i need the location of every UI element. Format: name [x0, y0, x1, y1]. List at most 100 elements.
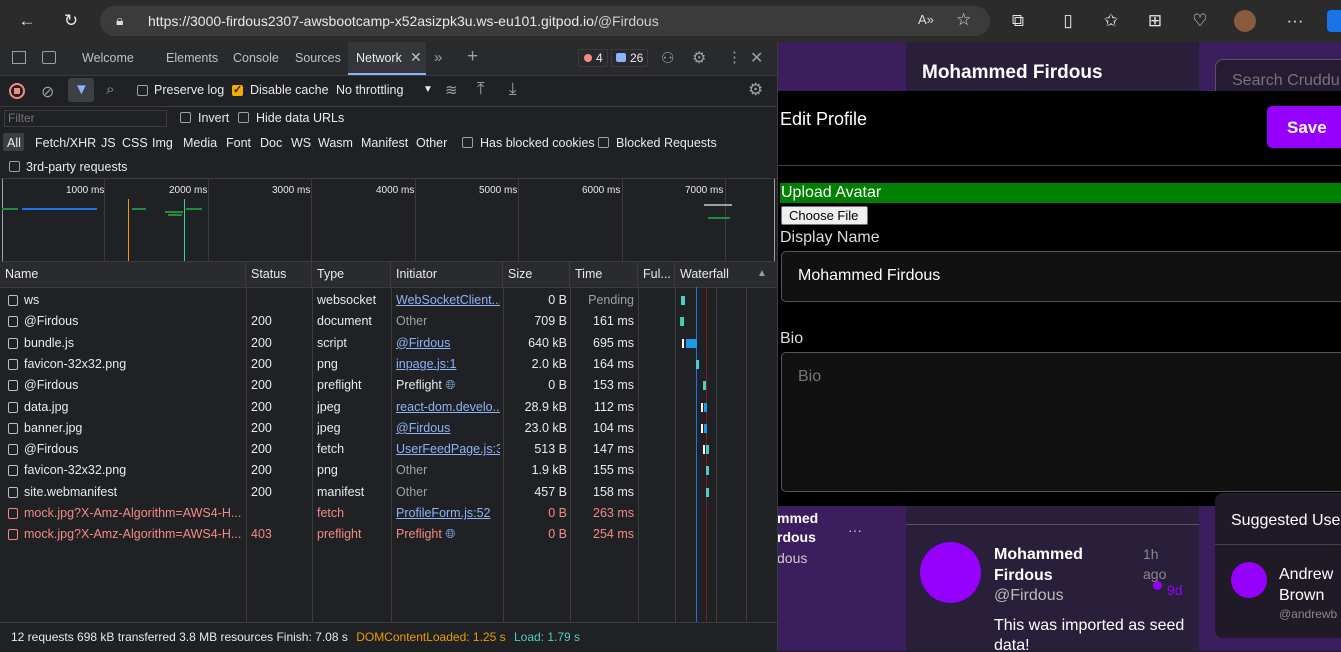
bio-textarea[interactable]: Bio — [781, 352, 1341, 492]
request-name[interactable]: @Firdous — [24, 439, 242, 460]
type-all[interactable]: All — [7, 136, 21, 150]
preflight-globe-icon[interactable]: 🌐︎ — [442, 527, 455, 541]
blocked-requests-checkbox[interactable] — [598, 137, 609, 148]
error-counter[interactable]: 4 — [578, 49, 608, 67]
close-tab-icon[interactable]: ✕ — [410, 49, 422, 66]
table-row[interactable]: data.jpg 200 jpeg react-dom.develo... 28.9 k… — [0, 397, 777, 418]
suggested-user-handle[interactable]: @andrewb — [1279, 607, 1337, 621]
col-fulfilled[interactable]: Ful... — [638, 262, 675, 287]
post-avatar[interactable] — [920, 542, 981, 603]
post-author-handle[interactable]: @Firdous — [994, 587, 1064, 605]
network-settings-icon[interactable]: ⚙ — [748, 80, 763, 100]
read-aloud-icon[interactable]: A» — [918, 12, 934, 27]
search-icon[interactable]: ⌕ — [106, 81, 114, 98]
refresh-icon[interactable]: ↻ — [59, 9, 83, 33]
tab-console[interactable]: Console — [233, 51, 279, 65]
request-name[interactable]: bundle.js — [24, 333, 242, 354]
save-button[interactable]: Save — [1267, 106, 1341, 148]
type-ws[interactable]: WS — [291, 136, 311, 150]
type-font[interactable]: Font — [226, 136, 251, 150]
tab-network[interactable]: Network ✕ — [348, 42, 426, 75]
tab-welcome[interactable]: Welcome — [82, 51, 134, 65]
table-row[interactable]: ws websocket WebSocketClient... 0 B Pending — [0, 290, 777, 311]
url-text[interactable]: https://3000-firdous2307-awsbootcamp-x52… — [148, 13, 659, 29]
lock-icon[interactable]: 🔒︎ — [116, 12, 123, 29]
table-row[interactable]: mock.jpg?X-Amz-Algorithm=AWS4-H... fetch P… — [0, 503, 777, 524]
request-name[interactable]: favicon-32x32.png — [24, 460, 242, 481]
type-manifest[interactable]: Manifest — [361, 136, 408, 150]
split-screen-icon[interactable]: ▯ — [1056, 9, 1080, 33]
type-other[interactable]: Other — [416, 136, 447, 150]
request-initiator[interactable]: WebSocketClient... — [396, 290, 500, 311]
address-bar[interactable]: 🔒︎ https://3000-firdous2307-awsbootcamp-… — [100, 6, 990, 36]
export-har-icon[interactable]: ⤓ — [509, 79, 517, 99]
copilot-icon[interactable] — [1327, 10, 1341, 32]
request-initiator[interactable]: @Firdous — [396, 333, 500, 354]
settings-gear-icon[interactable]: ⚙ — [692, 48, 706, 68]
more-menu-icon[interactable]: ··· — [1283, 9, 1307, 33]
preflight-globe-icon[interactable]: 🌐︎ — [442, 378, 455, 392]
health-icon[interactable]: ♡ — [1188, 9, 1212, 33]
table-row[interactable]: @Firdous 200 fetch UserFeedPage.js:30 513 B 1… — [0, 439, 777, 460]
request-initiator[interactable]: ProfileForm.js:52 — [396, 503, 500, 524]
col-initiator[interactable]: Initiator — [391, 262, 503, 287]
customize-icon[interactable]: ⚇ — [661, 49, 674, 67]
col-name[interactable]: Name — [0, 262, 246, 287]
request-name[interactable]: favicon-32x32.png — [24, 354, 242, 375]
has-blocked-cookies-checkbox[interactable] — [462, 137, 473, 148]
col-time[interactable]: Time — [570, 262, 638, 287]
request-name[interactable]: mock.jpg?X-Amz-Algorithm=AWS4-H... — [24, 503, 242, 524]
sort-ascending-icon[interactable]: ▲ — [757, 268, 767, 279]
table-row[interactable]: favicon-32x32.png 200 png Other 1.9 kB 155 ms — [0, 460, 777, 481]
network-conditions-icon[interactable]: ≋ — [445, 81, 458, 99]
post-author-name[interactable]: Mohammed Firdous — [994, 544, 1094, 586]
tab-elements[interactable]: Elements — [166, 51, 218, 65]
type-wasm[interactable]: Wasm — [318, 136, 353, 150]
type-img[interactable]: Img — [152, 136, 173, 150]
suggested-user-name[interactable]: Andrew Brown — [1279, 564, 1341, 606]
third-party-checkbox[interactable] — [9, 161, 20, 172]
tab-sources[interactable]: Sources — [295, 51, 341, 65]
preserve-log-checkbox[interactable] — [137, 85, 148, 96]
table-row[interactable]: banner.jpg 200 jpeg @Firdous 23.0 kB 104 ms — [0, 418, 777, 439]
request-name[interactable]: data.jpg — [24, 397, 242, 418]
favorites-icon[interactable]: ✩ — [1099, 9, 1123, 33]
col-type[interactable]: Type — [312, 262, 391, 287]
type-js[interactable]: JS — [101, 136, 116, 150]
table-row[interactable]: @Firdous 200 document Other 709 B 161 ms — [0, 311, 777, 332]
clear-icon[interactable]: ⊘ — [41, 82, 54, 102]
extensions-icon[interactable]: ⧉ — [1006, 9, 1030, 33]
back-arrow-icon[interactable]: ← — [15, 9, 39, 33]
request-name[interactable]: @Firdous — [24, 311, 242, 332]
request-initiator[interactable]: UserFeedPage.js:30 — [396, 439, 500, 460]
table-row[interactable]: site.webmanifest 200 manifest Other 457 B 158… — [0, 482, 777, 503]
add-tab-icon[interactable]: + — [467, 46, 478, 68]
kebab-menu-icon[interactable]: ⋮ — [727, 48, 742, 66]
request-initiator[interactable]: inpage.js:1 — [396, 354, 500, 375]
throttling-dropdown-icon[interactable]: ▼ — [423, 84, 433, 95]
display-name-input[interactable]: Mohammed Firdous — [781, 251, 1341, 302]
table-row[interactable]: bundle.js 200 script @Firdous 640 kB 695 ms — [0, 333, 777, 354]
inspect-element-icon[interactable] — [12, 51, 26, 64]
network-overview[interactable]: 1000 ms 2000 ms 3000 ms 4000 ms 5000 ms … — [0, 178, 777, 262]
upload-avatar-bar[interactable]: Upload Avatar — [780, 183, 1341, 203]
invert-checkbox[interactable] — [180, 112, 191, 123]
suggested-user-avatar[interactable] — [1231, 562, 1267, 598]
throttling-select[interactable]: No throttling — [336, 83, 403, 97]
request-initiator[interactable]: @Firdous — [396, 418, 500, 439]
choose-file-button[interactable]: Choose File — [781, 206, 868, 225]
device-toolbar-icon[interactable] — [42, 51, 56, 64]
more-tabs-icon[interactable]: » — [434, 49, 442, 66]
collections-icon[interactable]: ⊞ — [1143, 9, 1167, 33]
table-row[interactable]: mock.jpg?X-Amz-Algorithm=AWS4-H... 403 pre… — [0, 524, 777, 545]
message-counter[interactable]: 26 — [611, 49, 648, 67]
import-har-icon[interactable]: ⤒ — [477, 79, 485, 99]
more-options-icon[interactable]: ··· — [848, 522, 862, 538]
type-doc[interactable]: Doc — [260, 136, 282, 150]
close-devtools-icon[interactable]: ✕ — [750, 48, 763, 68]
disable-cache-checkbox[interactable] — [232, 83, 243, 96]
type-css[interactable]: CSS — [122, 136, 148, 150]
record-stop-icon[interactable] — [9, 83, 25, 99]
type-fetch-xhr[interactable]: Fetch/XHR — [35, 136, 96, 150]
request-name[interactable]: @Firdous — [24, 375, 242, 396]
